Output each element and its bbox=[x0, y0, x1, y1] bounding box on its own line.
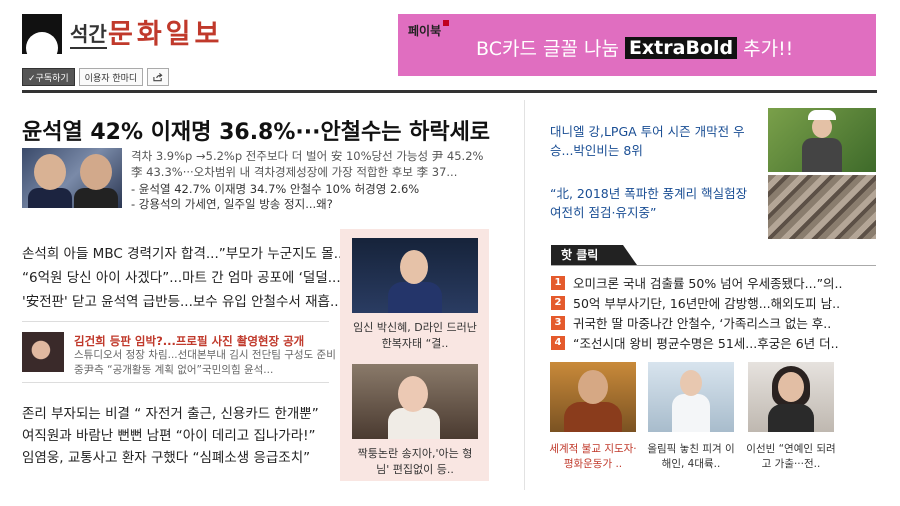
news-link[interactable]: '安전판' 닫고 윤석역 급반등...보수 유입 안철수서 재흡.. bbox=[22, 290, 339, 310]
thumb-image[interactable] bbox=[550, 362, 636, 432]
photo-news-image[interactable] bbox=[352, 364, 478, 439]
rank-badge: 3 bbox=[551, 315, 565, 330]
hot-click-divider bbox=[551, 265, 876, 266]
thumb-image[interactable] bbox=[748, 362, 834, 432]
news-link[interactable]: 존리 부자되는 비결 “ 자전거 출근, 신용카드 한개뿐” bbox=[22, 402, 319, 422]
photo-news-caption[interactable]: 임신 박신혜, D라인 드러난 한복자태 “결.. bbox=[352, 320, 478, 352]
news-link[interactable]: 여직원과 바람난 뻔뻔 남편 “아이 데리고 집나가라!” bbox=[22, 424, 316, 444]
ad-text: BC카드 글꼴 나눔 ExtraBold 추가!! bbox=[476, 34, 793, 61]
sub-article-desc[interactable]: 스튜디오서 정장 차림...선대본부내 김시 전단팀 구성도 준비 중尹측 “공… bbox=[74, 348, 336, 378]
thumb-caption[interactable]: 이선빈 “연예인 되려고 가출···전.. bbox=[746, 442, 836, 472]
thumb-caption[interactable]: 올림픽 놓친 피겨 이해인, 4대륙.. bbox=[646, 442, 736, 472]
hot-click-item[interactable]: 4 “조선시대 왕비 평균수명은 51세...후궁은 6년 더.. bbox=[551, 333, 839, 352]
share-icon bbox=[153, 72, 163, 81]
rank-badge: 4 bbox=[551, 335, 565, 350]
right-news-image[interactable] bbox=[768, 175, 876, 239]
hot-click-text: 귀국한 딸 마중나간 안철수, ‘가족리스크 없는 후.. bbox=[573, 316, 832, 331]
main-article-bullet[interactable]: - 강용석의 가세연, 일주일 방송 정지...왜? bbox=[131, 196, 333, 212]
logo-small-text[interactable]: 석간 bbox=[70, 18, 107, 49]
ad-text-before: BC카드 글꼴 나눔 bbox=[476, 38, 619, 60]
ad-banner[interactable]: 페이북 BC카드 글꼴 나눔 ExtraBold 추가!! bbox=[398, 14, 876, 76]
main-article-bullet[interactable]: - 윤석열 42.7% 이재명 34.7% 안철수 10% 허경영 2.6% bbox=[131, 181, 419, 197]
news-link[interactable]: 손석희 아들 MBC 경력기자 합격...”부모가 누군지도 몰.. bbox=[22, 242, 342, 262]
hot-click-text: 오미크론 국내 검출률 50% 넘어 우세종됐다...”의.. bbox=[573, 276, 843, 291]
main-article-image[interactable] bbox=[22, 148, 122, 208]
header-divider bbox=[22, 90, 877, 93]
thumb-image[interactable] bbox=[648, 362, 734, 432]
hot-click-item[interactable]: 2 50억 부부사기단, 16년만에 감방행...해외도피 남.. bbox=[551, 293, 840, 312]
hot-click-item[interactable]: 1 오미크론 국내 검출률 50% 넘어 우세종됐다...”의.. bbox=[551, 273, 843, 292]
photo-news-caption[interactable]: 짝퉁논란 송지아,'아는 형님' 편집없이 등.. bbox=[352, 446, 478, 478]
subscribe-button[interactable]: ✓구독하기 bbox=[22, 68, 75, 86]
logo-icon[interactable] bbox=[22, 14, 62, 54]
list-divider bbox=[22, 382, 329, 383]
hot-click-item[interactable]: 3 귀국한 딸 마중나간 안철수, ‘가족리스크 없는 후.. bbox=[551, 313, 831, 332]
ad-text-after: 추가!! bbox=[743, 38, 794, 60]
ad-text-highlight: ExtraBold bbox=[624, 36, 738, 59]
hot-click-text: 50억 부부사기단, 16년만에 감방행...해외도피 남.. bbox=[573, 296, 841, 311]
sub-article-title[interactable]: 김건희 등판 임박?...프로필 사진 촬영현장 공개 bbox=[74, 333, 304, 349]
news-link[interactable]: 임염웅, 교통사고 환자 구했다 “심폐소생 응급조치” bbox=[22, 446, 310, 466]
rank-badge: 1 bbox=[551, 275, 565, 290]
list-divider bbox=[22, 321, 329, 322]
user-guide-button[interactable]: 이용자 한마디 bbox=[78, 68, 144, 86]
right-news-link[interactable]: 대니엘 강,LPGA 투어 시즌 개막전 우승...박인비는 8위 bbox=[550, 122, 760, 160]
main-article-desc[interactable]: 격차 3.9%p →5.2%p 전주보다 더 벌어 安 10%당선 가능성 尹 … bbox=[131, 148, 491, 180]
column-divider bbox=[524, 100, 525, 490]
photo-news-image[interactable] bbox=[352, 238, 478, 313]
logo-main-text[interactable]: 문화일보 bbox=[108, 12, 223, 51]
main-headline[interactable]: 윤석열 42% 이재명 36.8%···안철수는 하락세로 bbox=[22, 114, 490, 146]
sub-article-image[interactable] bbox=[22, 332, 64, 372]
right-news-link[interactable]: “北, 2018년 폭파한 풍계리 핵실험장 여전히 점검·유지중” bbox=[550, 184, 760, 222]
hot-click-text: “조선시대 왕비 평균수명은 51세...후궁은 6년 더.. bbox=[573, 336, 839, 351]
share-button[interactable] bbox=[147, 68, 170, 86]
ad-tag: 페이북 bbox=[408, 20, 450, 38]
right-news-image[interactable] bbox=[768, 108, 876, 172]
rank-badge: 2 bbox=[551, 295, 565, 310]
toolbar: ✓구독하기 이용자 한마디 bbox=[22, 68, 170, 86]
hot-click-tab[interactable]: 핫 클릭 bbox=[551, 245, 637, 265]
thumb-caption[interactable]: 세계적 불교 지도자·평화운동가 .. bbox=[548, 442, 638, 472]
news-link[interactable]: “6억원 당신 아이 사겠다”...마트 간 엄마 공포에 ‘덜덜... bbox=[22, 266, 341, 286]
